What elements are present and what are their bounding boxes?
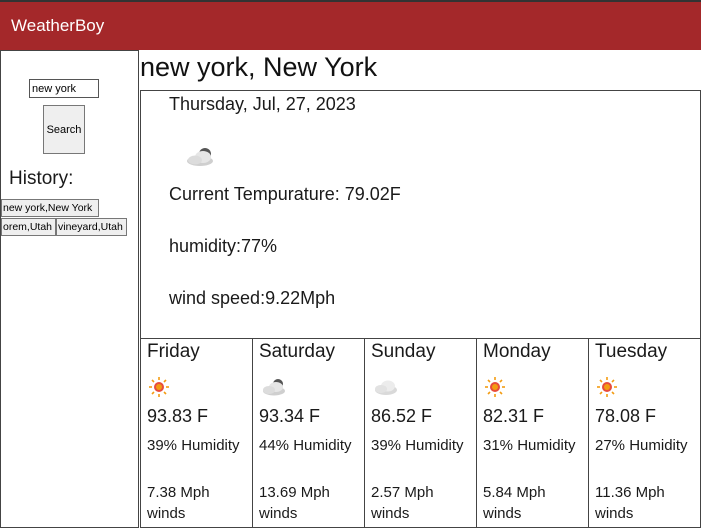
history-item-vineyard[interactable]: vineyard,Utah: [56, 218, 127, 236]
cloud-icon: [375, 380, 397, 395]
forecast-wind: 7.38 Mph winds: [147, 484, 210, 522]
app-header: WeatherBoy: [0, 2, 701, 50]
forecast-day-name: Tuesday: [595, 341, 668, 362]
forecast-temp: 93.34 F: [259, 406, 321, 426]
history-item-new-york[interactable]: new york,New York: [1, 199, 99, 217]
forecast-temp: 93.83 F: [147, 406, 209, 426]
forecast-humidity: 31% Humidity: [483, 437, 576, 454]
search-button[interactable]: Search: [43, 105, 85, 154]
forecast-wind: 2.57 Mph winds: [371, 484, 434, 522]
sun-icon: [149, 377, 169, 397]
forecast-row: Friday 93.83 F 39% Humidity 7.38 Mph win…: [140, 338, 701, 528]
forecast-humidity: 39% Humidity: [147, 437, 240, 454]
current-temperature: Current Tempurature: 79.02F: [169, 184, 401, 204]
forecast-temp: 86.52 F: [371, 406, 433, 426]
forecast-humidity: 27% Humidity: [595, 437, 688, 454]
forecast-day: Tuesday 78.08 F 27% Humidity 11.36 Mph w…: [589, 339, 700, 527]
partly-cloudy-icon: [263, 379, 285, 396]
forecast-day-name: Monday: [483, 341, 551, 362]
forecast-day: Sunday 86.52 F 39% Humidity 2.57 Mph win…: [365, 339, 477, 527]
partly-cloudy-icon: [187, 148, 213, 166]
forecast-wind: 5.84 Mph winds: [483, 484, 546, 522]
forecast-day: Saturday 93.34 F 44% Humidity 13.69 Mph …: [253, 339, 365, 527]
current-wind-speed: wind speed:9.22Mph: [169, 288, 336, 308]
forecast-day: Monday 82.31 F 31% Humidity 5.84 Mph win…: [477, 339, 589, 527]
forecast-day: Friday 93.83 F 39% Humidity 7.38 Mph win…: [141, 339, 253, 527]
forecast-wind: 11.36 Mph winds: [595, 484, 665, 522]
forecast-humidity: 44% Humidity: [259, 437, 352, 454]
search-input[interactable]: [29, 79, 99, 98]
forecast-humidity: 39% Humidity: [371, 437, 464, 454]
forecast-day-name: Saturday: [259, 341, 336, 362]
forecast-temp: 82.31 F: [483, 406, 545, 426]
history-item-orem[interactable]: orem,Utah: [1, 218, 56, 236]
sun-icon: [485, 377, 505, 397]
forecast-wind: 13.69 Mph winds: [259, 484, 330, 522]
sidebar: Search History: new york,New York orem,U…: [0, 50, 139, 528]
current-humidity: humidity:77%: [169, 236, 278, 256]
city-title: new york, New York: [140, 52, 378, 82]
history-title: History:: [9, 168, 74, 189]
app-title: WeatherBoy: [11, 16, 105, 35]
forecast-temp: 78.08 F: [595, 406, 657, 426]
current-weather-panel: Thursday, Jul, 27, 2023 Current Tempurat…: [140, 90, 701, 339]
sun-icon: [597, 377, 617, 397]
forecast-day-name: Sunday: [371, 341, 436, 362]
forecast-day-name: Friday: [147, 341, 200, 362]
current-date: Thursday, Jul, 27, 2023: [169, 94, 356, 114]
